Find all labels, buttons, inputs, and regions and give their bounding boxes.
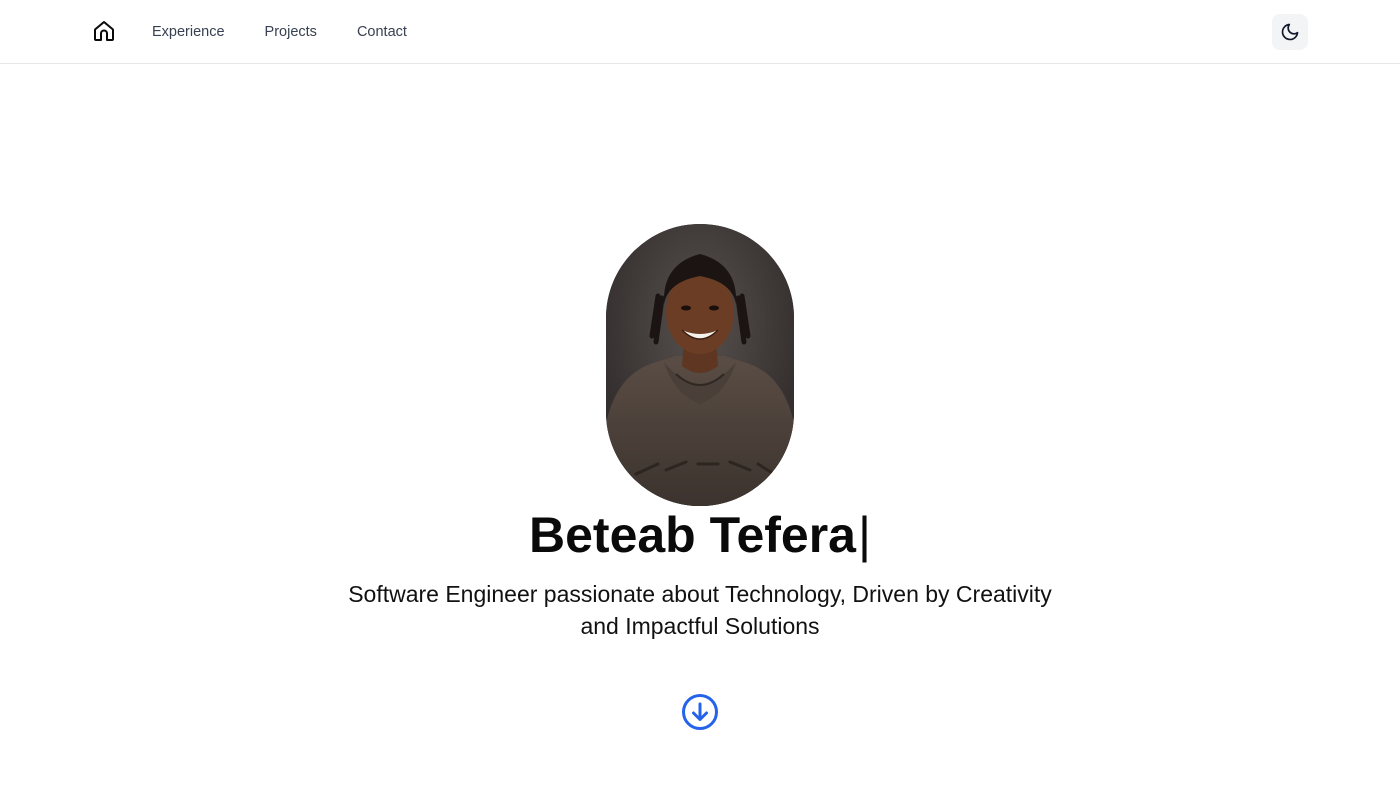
typing-caret: | — [857, 507, 871, 563]
navbar: Experience Projects Contact — [0, 0, 1400, 64]
profile-photo — [606, 224, 794, 506]
hero-name: Beteab Tefera| — [0, 504, 1400, 566]
theme-toggle-button[interactable] — [1272, 14, 1308, 50]
nav-link-contact[interactable]: Contact — [357, 24, 407, 40]
avatar — [606, 224, 794, 506]
tagline-line-2: and Impactful Solutions — [580, 613, 820, 639]
arrow-down-circle-icon — [682, 694, 718, 730]
tagline-line-1: Software Engineer passionate about Techn… — [348, 581, 1052, 607]
hero-name-text: Beteab Tefera — [529, 507, 856, 563]
nav-link-projects[interactable]: Projects — [265, 24, 317, 40]
moon-icon — [1281, 23, 1299, 41]
home-link[interactable] — [92, 19, 116, 43]
tagline: Software Engineer passionate about Techn… — [300, 578, 1100, 642]
house-icon — [94, 21, 114, 41]
nav-links: Experience Projects Contact — [152, 0, 447, 64]
scroll-down-button[interactable] — [681, 693, 719, 731]
nav-link-experience[interactable]: Experience — [152, 24, 225, 40]
hero-section: Beteab Tefera| Software Engineer passion… — [0, 64, 1400, 800]
